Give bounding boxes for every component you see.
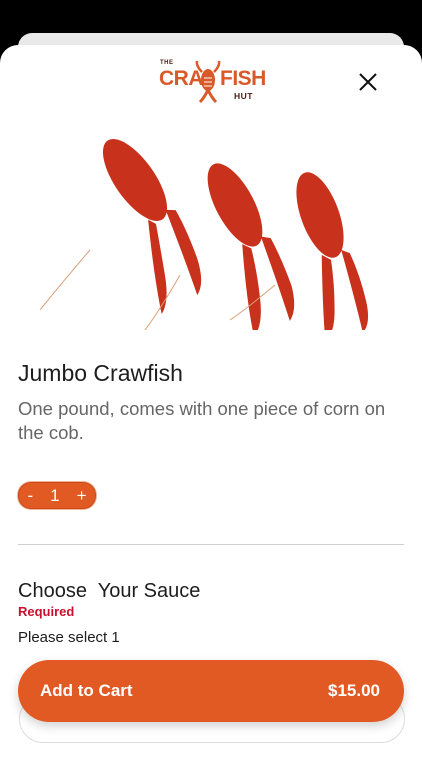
brand-logo: THE CRA FISH HUT xyxy=(158,58,266,104)
logo-fish: FISH xyxy=(220,67,266,90)
sauce-section-title: Choose Your Sauce xyxy=(18,580,201,602)
sauce-instruction: Please select 1 xyxy=(18,629,120,646)
crawfish-image xyxy=(39,139,369,330)
add-to-cart-label: Add to Cart xyxy=(40,681,133,700)
product-sheet: THE CRA FISH HUT Jumbo Crawfish One poun… xyxy=(0,45,422,765)
close-icon[interactable] xyxy=(355,69,381,95)
logo-hut: HUT xyxy=(234,91,253,101)
cart-price: $15.00 xyxy=(328,681,380,700)
divider xyxy=(18,544,404,545)
crawfish-logo-icon xyxy=(195,60,221,104)
quantity-stepper: - 1 + xyxy=(18,482,96,509)
add-to-cart-button[interactable]: Add to Cart $15.00 xyxy=(18,660,404,722)
quantity-value: 1 xyxy=(50,485,60,505)
decrement-button[interactable]: - xyxy=(27,486,33,506)
product-description: One pound, comes with one piece of corn … xyxy=(18,398,386,443)
logo-the: THE xyxy=(160,60,174,66)
product-title: Jumbo Crawfish xyxy=(18,360,183,386)
required-badge: Required xyxy=(18,604,75,619)
increment-button[interactable]: + xyxy=(77,486,87,506)
